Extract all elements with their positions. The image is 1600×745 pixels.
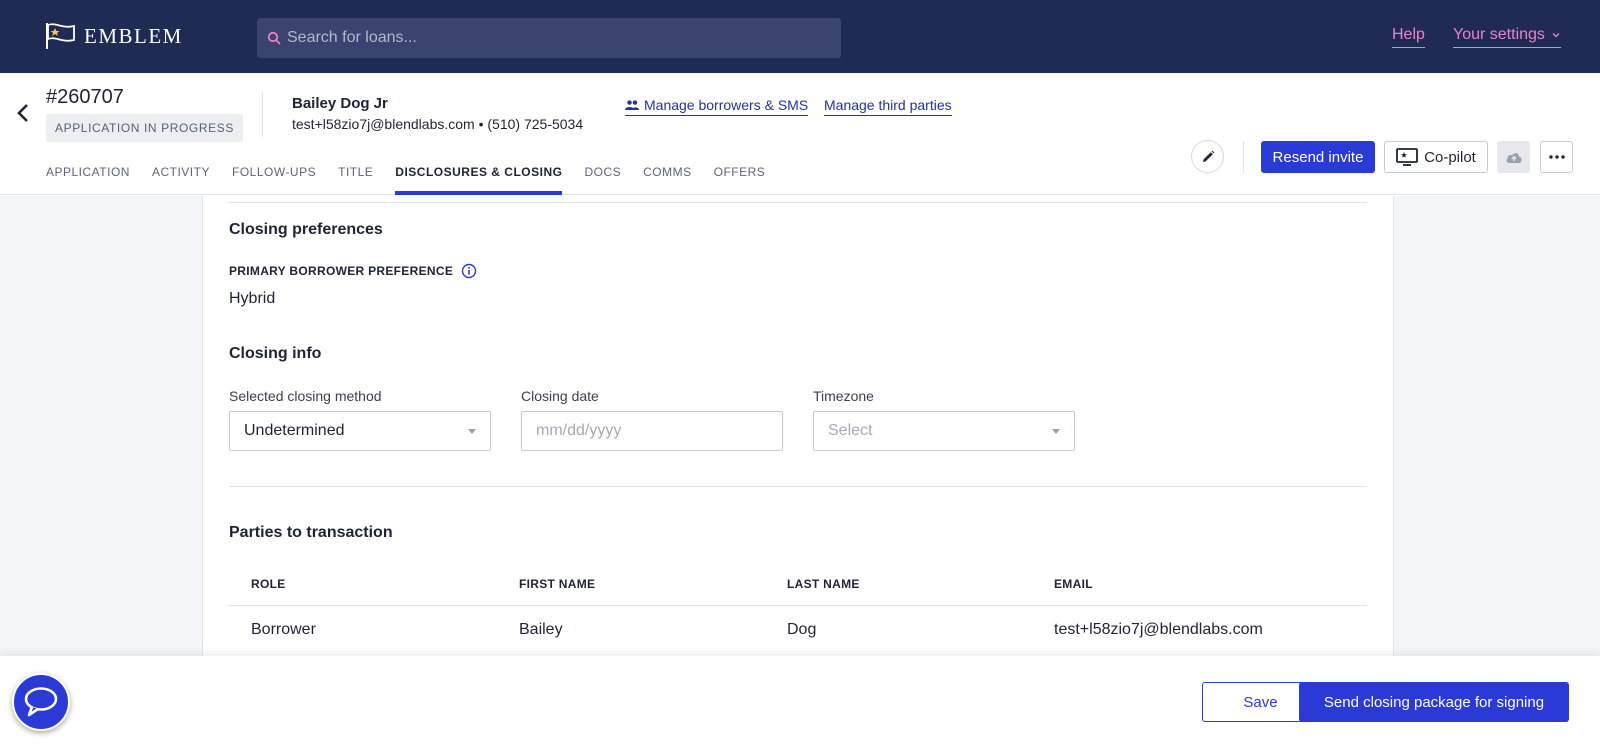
search-input[interactable] [287,29,827,47]
closing-date-input[interactable]: mm/dd/yyyy [521,411,783,451]
primary-borrower-preference-value: Hybrid [229,290,276,307]
chat-button[interactable] [12,673,70,731]
manage-third-parties-link[interactable]: Manage third parties [824,97,952,116]
closing-date-label: Closing date [521,388,599,404]
column-header-email: EMAIL [1054,577,1093,591]
help-link[interactable]: Help [1392,26,1425,48]
cell-email: test+l58zio7j@blendlabs.com [1054,621,1263,638]
loan-header: #260707 APPLICATION IN PROGRESS Bailey D… [0,73,1600,195]
chevron-down-icon [1552,33,1560,38]
edit-button[interactable] [1191,140,1224,173]
top-navbar: EMBLEM Help Your settings [0,0,1600,73]
search-icon [267,31,281,45]
flag-icon [46,23,75,49]
chat-bubble-icon [24,687,58,717]
caret-down-icon [1052,428,1060,434]
loan-search[interactable] [257,18,841,58]
tab-application[interactable]: APPLICATION [46,165,130,195]
more-actions-button[interactable] [1540,141,1573,173]
tab-title[interactable]: TITLE [338,165,373,195]
logo-text: EMBLEM [84,23,183,48]
tab-comms[interactable]: COMMS [643,165,692,195]
manage-borrowers-link[interactable]: Manage borrowers & SMS [625,97,809,116]
send-closing-package-button[interactable]: Send closing package for signing [1299,682,1569,722]
actions-divider [1243,141,1244,173]
preference-label-text: PRIMARY BORROWER PREFERENCE [229,264,454,278]
timezone-label: Timezone [813,388,874,404]
right-gutter [1394,196,1600,656]
section-divider [229,202,1367,203]
cloud-upload-icon [1505,153,1522,163]
screen-star-icon [1396,148,1419,166]
borrower-name: Bailey Dog Jr [292,95,388,112]
borrower-contact: test+l58zio7j@blendlabs.com • (510) 725-… [292,116,584,132]
cloud-upload-button[interactable] [1497,141,1530,173]
copilot-label: Co-pilot [1424,148,1476,166]
closing-info-title: Closing info [229,345,322,362]
tab-offers[interactable]: OFFERS [714,165,766,195]
cell-role: Borrower [251,621,316,638]
parties-title: Parties to transaction [229,524,393,541]
tab-disclosures-closing[interactable]: DISCLOSURES & CLOSING [395,165,563,195]
resend-invite-button[interactable]: Resend invite [1261,141,1375,173]
emblem-logo[interactable]: EMBLEM [44,20,183,52]
tab-follow-ups[interactable]: FOLLOW-UPS [232,165,316,195]
column-header-last-name: LAST NAME [787,577,860,591]
tab-docs[interactable]: DOCS [584,165,621,195]
column-header-first-name: FIRST NAME [519,577,596,591]
caret-down-icon [468,428,476,434]
closing-method-value: Undetermined [244,422,345,439]
table-header-divider [229,605,1367,606]
primary-borrower-preference-label: PRIMARY BORROWER PREFERENCE [229,263,477,279]
column-header-role: ROLE [251,577,286,591]
info-icon[interactable] [461,263,477,279]
left-gutter [0,196,202,656]
cell-last-name: Dog [787,621,817,638]
settings-label: Your settings [1453,26,1545,43]
chevron-left-icon[interactable] [14,101,34,125]
copilot-button[interactable]: Co-pilot [1384,141,1488,173]
timezone-placeholder: Select [828,422,873,439]
ellipsis-icon [1548,155,1565,159]
pencil-icon [1202,150,1214,162]
status-badge: APPLICATION IN PROGRESS [46,114,243,142]
settings-menu[interactable]: Your settings [1453,26,1561,48]
cell-first-name: Bailey [519,621,563,638]
closing-method-select[interactable]: Undetermined [229,411,491,451]
tab-activity[interactable]: ACTIVITY [152,165,210,195]
closing-date-placeholder: mm/dd/yyyy [536,422,622,439]
closing-method-label: Selected closing method [229,388,382,404]
closing-preferences-title: Closing preferences [229,221,383,238]
header-divider [262,93,263,137]
section-divider [229,486,1367,487]
manage-borrowers-label: Manage borrowers & SMS [644,97,809,113]
loan-tabs: APPLICATION ACTIVITY FOLLOW-UPS TITLE DI… [46,165,787,195]
timezone-select[interactable]: Select [813,411,1075,451]
people-icon [625,100,639,110]
loan-number: #260707 [46,86,124,108]
